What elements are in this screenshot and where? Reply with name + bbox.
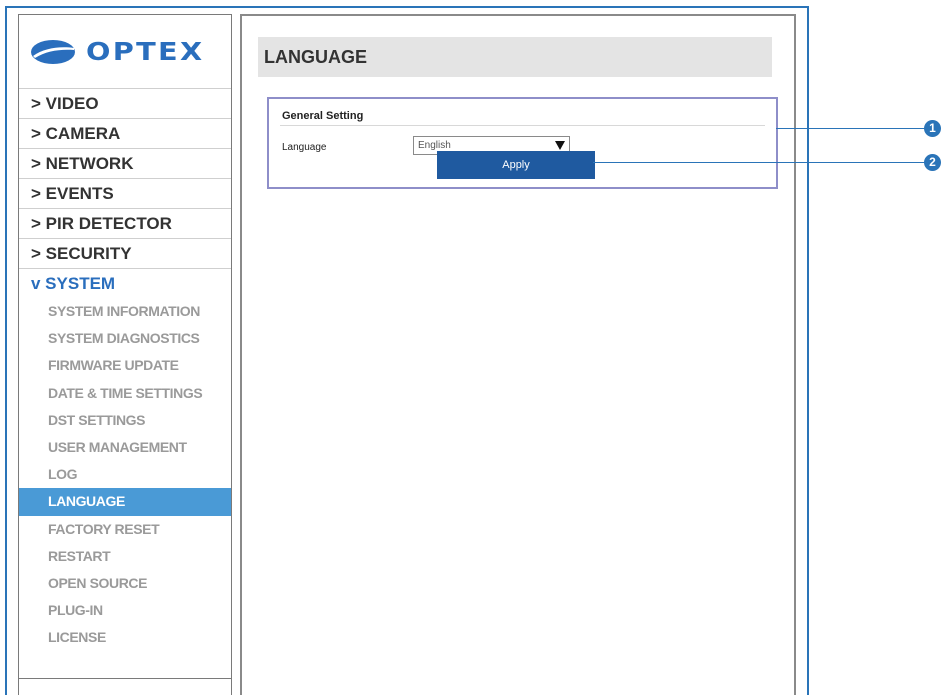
submenu-license[interactable]: LICENSE (19, 624, 231, 651)
sidebar-item-events[interactable]: > EVENTS (19, 178, 231, 208)
sidebar-item-video[interactable]: > VIDEO (19, 88, 231, 118)
submenu-system-diagnostics[interactable]: SYSTEM DIAGNOSTICS (19, 325, 231, 352)
main-content: LANGUAGE General Setting Language Englis… (240, 14, 796, 695)
brand-logo[interactable]: OPTEX (19, 15, 231, 88)
language-select-value: English (418, 140, 451, 151)
logo-text: OPTEX (86, 37, 205, 66)
callout-badge-2: 2 (924, 154, 941, 171)
submenu-plug-in[interactable]: PLUG-IN (19, 597, 231, 624)
callout-badge-1: 1 (924, 120, 941, 137)
language-label: Language (282, 142, 327, 153)
system-submenu: SYSTEM INFORMATION SYSTEM DIAGNOSTICS FI… (19, 298, 231, 651)
submenu-system-information[interactable]: SYSTEM INFORMATION (19, 298, 231, 325)
sidebar-item-security[interactable]: > SECURITY (19, 238, 231, 268)
callout-line-2 (593, 162, 926, 163)
sidebar-item-system[interactable]: v SYSTEM (19, 268, 231, 298)
logo-mark-icon (31, 39, 75, 64)
sidebar-item-network[interactable]: > NETWORK (19, 148, 231, 178)
submenu-restart[interactable]: RESTART (19, 543, 231, 570)
submenu-factory-reset[interactable]: FACTORY RESET (19, 516, 231, 543)
submenu-firmware-update[interactable]: FIRMWARE UPDATE (19, 352, 231, 379)
dropdown-arrow-icon (555, 141, 565, 150)
submenu-user-management[interactable]: USER MANAGEMENT (19, 434, 231, 461)
callout-line-1 (776, 128, 926, 129)
sidebar-nav: > VIDEO > CAMERA > NETWORK > EVENTS > PI… (19, 88, 231, 298)
apply-button[interactable]: Apply (437, 151, 595, 179)
page-title: LANGUAGE (258, 37, 772, 77)
setting-divider (280, 125, 765, 126)
submenu-language[interactable]: LANGUAGE (19, 488, 231, 516)
submenu-log[interactable]: LOG (19, 461, 231, 488)
submenu-date-time-settings[interactable]: DATE & TIME SETTINGS (19, 380, 231, 407)
sidebar: OPTEX > VIDEO > CAMERA > NETWORK > EVENT… (18, 14, 232, 695)
sidebar-item-pir-detector[interactable]: > PIR DETECTOR (19, 208, 231, 238)
submenu-open-source[interactable]: OPEN SOURCE (19, 570, 231, 597)
sidebar-item-camera[interactable]: > CAMERA (19, 118, 231, 148)
sidebar-bottom-divider (19, 678, 231, 679)
general-setting-title: General Setting (282, 110, 364, 122)
submenu-dst-settings[interactable]: DST SETTINGS (19, 407, 231, 434)
